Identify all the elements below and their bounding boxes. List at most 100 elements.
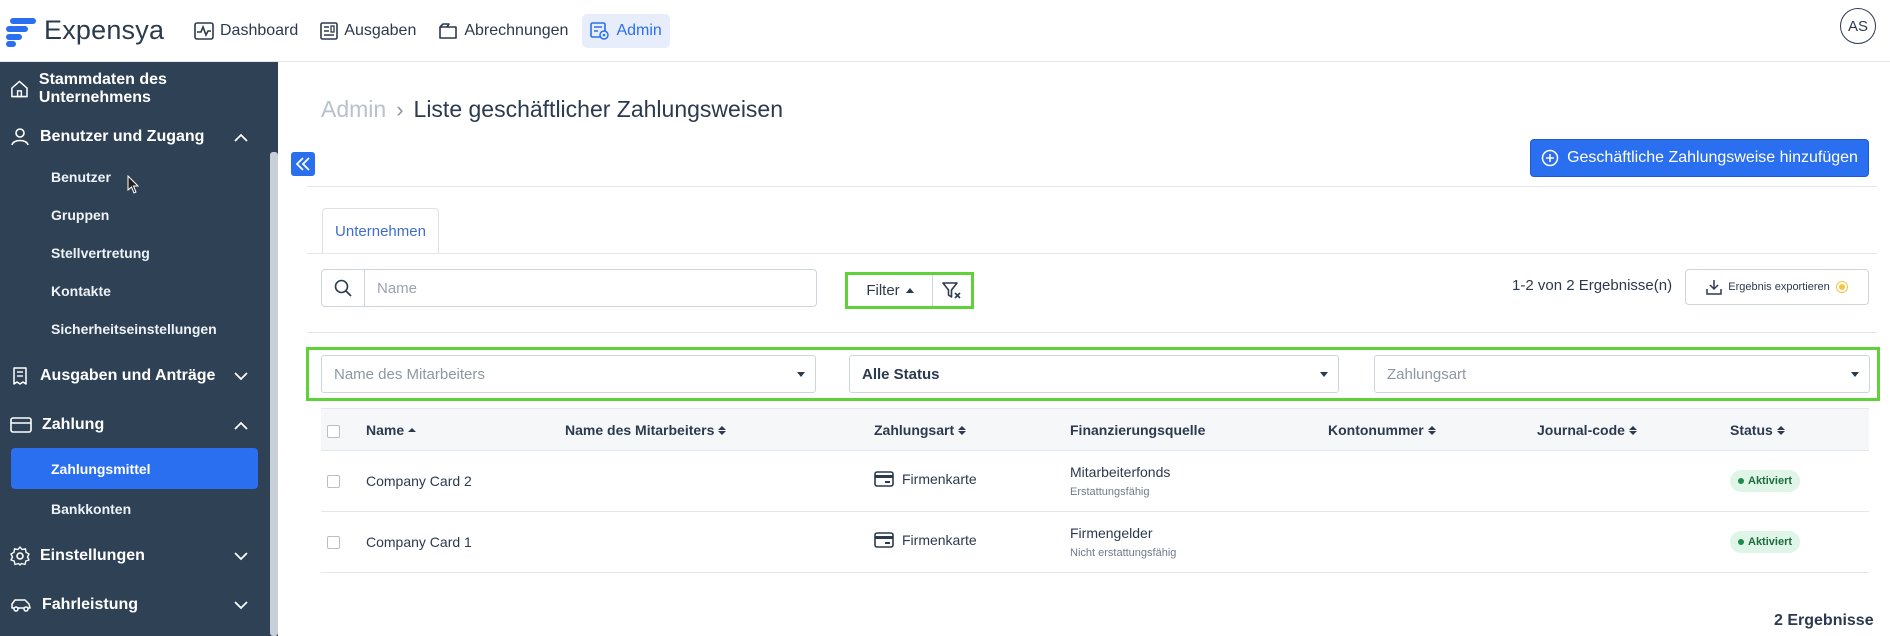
header-status[interactable]: Status: [1730, 422, 1785, 438]
clear-filter-button[interactable]: [933, 275, 971, 306]
sidebar: Stammdaten des Unternehmens Benutzer und…: [0, 62, 278, 636]
status-badge: Aktiviert: [1730, 470, 1801, 492]
sort-icon: [1628, 425, 1637, 435]
download-icon: [1706, 280, 1722, 295]
gear-icon: [10, 546, 30, 566]
sidebar-item-users[interactable]: Benutzer: [51, 169, 111, 185]
admin-icon: [590, 21, 610, 40]
header-account-number[interactable]: Kontonummer: [1328, 422, 1436, 438]
nav-admin-label: Admin: [616, 21, 662, 39]
search-icon: [334, 279, 352, 297]
row-funding-source: Mitarbeiterfonds Erstattungsfähig: [1070, 464, 1170, 498]
receipt-icon: [13, 367, 27, 385]
sidebar-item-label: Ausgaben und Anträge: [40, 367, 216, 384]
header-label: Journal-code: [1537, 422, 1625, 438]
row-status: Aktiviert: [1730, 470, 1801, 492]
caret-up-icon: [905, 288, 914, 293]
employee-select-value: Name des Mitarbeiters: [334, 365, 485, 383]
sidebar-item-mileage[interactable]: Fahrleistung: [0, 585, 270, 625]
header-payment-type[interactable]: Zahlungsart: [874, 422, 967, 438]
row-payment-type-label: Firmenkarte: [902, 471, 977, 487]
funding-source-sub: Nicht erstattungsfähig: [1070, 547, 1177, 559]
top-nav: Dashboard Ausgaben Abrechnungen Admin: [186, 13, 670, 48]
header-employee[interactable]: Name des Mitarbeiters: [565, 422, 727, 438]
status-dot-icon: [1738, 539, 1744, 545]
collapse-sidebar-button[interactable]: [291, 152, 315, 176]
caret-down-icon: [1320, 372, 1328, 377]
row-checkbox[interactable]: [327, 536, 340, 549]
breadcrumb: Admin › Liste geschäftlicher Zahlungswei…: [321, 96, 783, 123]
header-label: Name des Mitarbeiters: [565, 422, 715, 438]
nav-dashboard-label: Dashboard: [220, 21, 299, 39]
sidebar-item-contacts[interactable]: Kontakte: [51, 283, 111, 299]
sidebar-item-security[interactable]: Sicherheitseinstellungen: [51, 321, 217, 337]
caret-down-icon: [797, 372, 805, 377]
sidebar-item-payment-methods[interactable]: Zahlungsmittel: [11, 448, 258, 489]
sidebar-item-company[interactable]: Stammdaten des Unternehmens: [0, 69, 270, 109]
header-label: Status: [1730, 422, 1773, 438]
header-journal-code[interactable]: Journal-code: [1537, 422, 1637, 438]
status-dot-icon: [1738, 478, 1744, 484]
avatar[interactable]: AS: [1840, 8, 1876, 44]
status-badge: Aktiviert: [1730, 531, 1801, 553]
sidebar-item-bank-accounts[interactable]: Bankkonten: [51, 501, 131, 517]
header-funding-source: Finanzierungsquelle: [1070, 422, 1205, 438]
row-name[interactable]: Company Card 2: [366, 473, 472, 489]
export-button[interactable]: Ergebnis exportieren: [1685, 269, 1869, 305]
header-name[interactable]: Name: [366, 422, 417, 438]
nav-admin[interactable]: Admin: [582, 13, 670, 48]
sidebar-item-groups[interactable]: Gruppen: [51, 207, 109, 223]
sidebar-item-payment[interactable]: Zahlung: [0, 405, 270, 445]
nav-ausgaben[interactable]: Ausgaben: [312, 14, 424, 48]
table-row[interactable]: Company Card 1 Firmenkarte Firmengelder …: [321, 512, 1869, 573]
sidebar-item-label: Fahrleistung: [42, 596, 139, 613]
double-chevron-left-icon: [295, 157, 310, 171]
add-button-label: Geschäftliche Zahlungsweise hinzufügen: [1567, 149, 1858, 166]
chevron-down-icon: [234, 371, 248, 380]
nav-dashboard[interactable]: Dashboard: [186, 14, 306, 48]
card-icon: [10, 417, 32, 433]
row-checkbox[interactable]: [327, 475, 340, 488]
filter-label: Filter: [866, 282, 900, 299]
row-name[interactable]: Company Card 1: [366, 534, 472, 550]
logo[interactable]: Expensya: [6, 15, 186, 47]
search-input[interactable]: [365, 269, 817, 307]
sort-asc-icon: [408, 428, 417, 432]
search-button[interactable]: [321, 269, 365, 307]
search-box: [321, 269, 817, 307]
status-dot-icon: [1835, 281, 1848, 293]
status-select-value: Alle Status: [862, 365, 940, 383]
page-title: Liste geschäftlicher Zahlungsweisen: [413, 96, 784, 122]
sidebar-item-delegation[interactable]: Stellvertretung: [51, 245, 150, 261]
sidebar-item-users-access[interactable]: Benutzer und Zugang: [0, 117, 270, 157]
payment-type-select[interactable]: Zahlungsart: [1374, 355, 1870, 393]
nav-abrechnungen[interactable]: Abrechnungen: [430, 14, 576, 48]
tab-company[interactable]: Unternehmen: [322, 208, 439, 254]
status-select[interactable]: Alle Status: [849, 355, 1339, 393]
table-row[interactable]: Company Card 2 Firmenkarte Mitarbeiterfo…: [321, 451, 1869, 512]
funding-source-sub: Erstattungsfähig: [1070, 486, 1150, 498]
employee-select[interactable]: Name des Mitarbeiters: [321, 355, 816, 393]
add-payment-method-button[interactable]: Geschäftliche Zahlungsweise hinzufügen: [1530, 139, 1869, 177]
status-badge-label: Aktiviert: [1748, 475, 1793, 487]
receipt-icon: [320, 21, 339, 40]
sidebar-item-label: Zahlung: [42, 416, 105, 433]
sort-icon: [1427, 425, 1436, 435]
breadcrumb-root[interactable]: Admin: [321, 96, 386, 123]
logo-text: Expensya: [44, 15, 165, 45]
payment-type-select-value: Zahlungsart: [1387, 365, 1467, 383]
top-bar: Expensya Dashboard Ausgaben Abrechnungen…: [0, 0, 1890, 62]
filter-button[interactable]: Filter: [848, 275, 933, 306]
sidebar-item-label: Einstellungen: [40, 547, 145, 564]
sidebar-item-settings[interactable]: Einstellungen: [0, 536, 270, 576]
filters-row: Name des Mitarbeiters Alle Status Zahlun…: [306, 347, 1880, 401]
filter-clear-icon: [942, 281, 961, 299]
logo-icon: [6, 15, 36, 47]
sidebar-item-expenses[interactable]: Ausgaben und Anträge: [0, 356, 270, 396]
select-all-checkbox[interactable]: [327, 425, 340, 438]
divider: [307, 253, 1877, 254]
sidebar-scrollbar[interactable]: [270, 152, 278, 636]
row-payment-type: Firmenkarte: [874, 471, 977, 487]
chevron-up-icon: [234, 133, 248, 142]
sort-icon: [958, 425, 967, 435]
